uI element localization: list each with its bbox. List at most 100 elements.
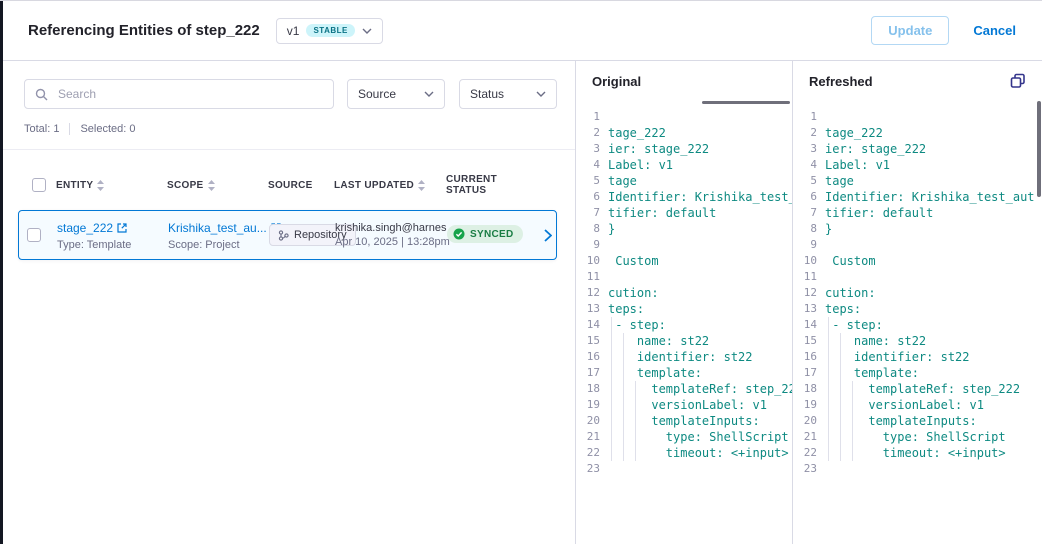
sort-icon[interactable] [208, 180, 215, 191]
code-line: 13teps: [576, 301, 792, 317]
line-number: 12 [793, 285, 825, 301]
indent-guide [852, 429, 853, 445]
row-checkbox[interactable] [27, 228, 41, 242]
horizontal-scrollbar[interactable] [702, 101, 790, 104]
original-code-area[interactable]: 12tage_2223ier: stage_2224Label: v15tage… [576, 101, 792, 544]
line-number: 16 [793, 349, 825, 365]
check-circle-icon [453, 228, 465, 240]
divider [69, 123, 70, 135]
entity-link[interactable]: stage_222 [57, 221, 127, 235]
status-filter-dropdown[interactable]: Status [459, 79, 557, 109]
indent-guide [635, 445, 636, 461]
line-number: 3 [793, 141, 825, 157]
scope-link[interactable]: Krishika_test_au... [168, 221, 281, 235]
code-text: ier: stage_222 [608, 141, 792, 157]
update-button[interactable]: Update [871, 16, 949, 45]
code-text: templateInputs: [608, 413, 792, 429]
code-line: 9 [793, 237, 1042, 253]
line-number: 6 [793, 189, 825, 205]
code-text: identifier: st22 [608, 349, 792, 365]
referencing-entities-modal: Referencing Entities of step_222 v1 STAB… [0, 0, 1042, 544]
row-expand-chevron[interactable] [544, 229, 552, 242]
indent-guide [852, 413, 853, 429]
indent-guide [611, 349, 612, 365]
code-text: Custom [825, 253, 1042, 269]
code-text: Label: v1 [608, 157, 792, 173]
code-text: cution: [608, 285, 792, 301]
table-row[interactable]: stage_222 Type: Template Krishika_test_a… [18, 210, 557, 260]
copy-icon[interactable] [1008, 71, 1028, 91]
code-text: Identifier: Krishika_test_aut [825, 189, 1042, 205]
code-line: 14 - step: [576, 317, 792, 333]
indent-guide [623, 349, 624, 365]
refreshed-pane-header: Refreshed [793, 61, 1042, 101]
select-all-checkbox[interactable] [32, 178, 46, 192]
code-text: type: ShellScript [608, 429, 792, 445]
code-line: 13teps: [793, 301, 1042, 317]
sort-icon[interactable] [97, 180, 104, 191]
source-filter-dropdown[interactable]: Source [347, 79, 445, 109]
column-header-entity[interactable]: ENTITY [56, 180, 167, 191]
code-text [825, 109, 1042, 125]
code-line: 1 [793, 109, 1042, 125]
code-text: timeout: <+input> [825, 445, 1042, 461]
scope-cell: Krishika_test_au... Scope: Project [168, 219, 269, 251]
updated-by: krishika.singh@harnes... [335, 222, 447, 234]
line-number: 13 [793, 301, 825, 317]
totals-row: Total: 1 Selected: 0 [0, 109, 575, 150]
code-text: name: st22 [825, 333, 1042, 349]
code-line: 7tifier: default [793, 205, 1042, 221]
code-line: 18 templateRef: step_222 [576, 381, 792, 397]
line-number: 18 [793, 381, 825, 397]
code-line: 17 template: [793, 365, 1042, 381]
entities-panel: Source Status Total: 1 Selected: 0 [0, 61, 575, 544]
line-number: 2 [793, 125, 825, 141]
line-number: 10 [793, 253, 825, 269]
indent-guide [840, 349, 841, 365]
sort-icon[interactable] [418, 180, 425, 191]
line-number: 8 [793, 221, 825, 237]
code-text: tifier: default [825, 205, 1042, 221]
indent-guide [828, 333, 829, 349]
code-line: 17 template: [576, 365, 792, 381]
line-number: 17 [576, 365, 608, 381]
code-text: timeout: <+input> [608, 445, 792, 461]
line-number: 17 [793, 365, 825, 381]
indent-guide [840, 413, 841, 429]
code-text: type: ShellScript [825, 429, 1042, 445]
header-actions: Update Cancel [871, 16, 1020, 45]
entity-cell: stage_222 Type: Template [57, 219, 168, 251]
line-number: 21 [576, 429, 608, 445]
line-number: 7 [793, 205, 825, 221]
line-number: 5 [576, 173, 608, 189]
column-header-scope[interactable]: SCOPE [167, 180, 268, 191]
indent-guide [840, 333, 841, 349]
synced-status-badge: SYNCED [447, 225, 523, 243]
cancel-button[interactable]: Cancel [969, 17, 1020, 44]
modal-header: Referencing Entities of step_222 v1 STAB… [0, 1, 1042, 61]
code-line: 20 templateInputs: [576, 413, 792, 429]
updated-at: Apr 10, 2025 | 13:28pm [335, 236, 447, 248]
column-header-last-updated[interactable]: LAST UPDATED [334, 180, 446, 191]
chevron-down-icon [536, 91, 546, 97]
version-selector[interactable]: v1 STABLE [276, 18, 383, 44]
indent-guide [828, 317, 829, 333]
line-number: 4 [576, 157, 608, 173]
indent-guide [623, 381, 624, 397]
line-number: 9 [576, 237, 608, 253]
code-text: versionLabel: v1 [608, 397, 792, 413]
original-title: Original [592, 74, 641, 89]
search-input[interactable] [56, 86, 323, 102]
code-text: - step: [608, 317, 792, 333]
refreshed-code-area[interactable]: 12tage_2223ier: stage_2224Label: v15tage… [793, 101, 1042, 544]
line-number: 1 [793, 109, 825, 125]
code-line: 15 name: st22 [576, 333, 792, 349]
line-number: 15 [576, 333, 608, 349]
column-header-source: SOURCE [268, 180, 334, 191]
column-header-current-status: CURRENT STATUS [446, 174, 538, 196]
line-number: 1 [576, 109, 608, 125]
code-text: Identifier: Krishika_test_aut [608, 189, 792, 205]
line-number: 15 [793, 333, 825, 349]
code-line: 16 identifier: st22 [576, 349, 792, 365]
line-number: 14 [576, 317, 608, 333]
